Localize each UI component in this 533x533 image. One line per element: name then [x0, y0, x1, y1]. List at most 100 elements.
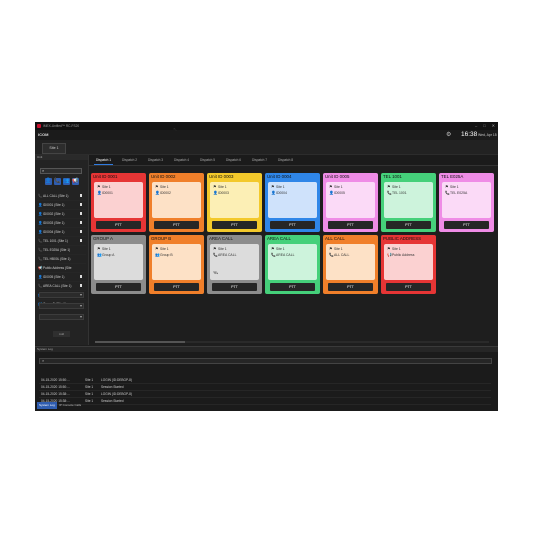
close-button[interactable]: ✕ [492, 122, 495, 130]
ptt-button[interactable]: PTT [154, 283, 199, 291]
ptt-button[interactable]: PTT [328, 221, 373, 229]
filter-call-icon[interactable]: 📞 [54, 178, 61, 185]
ptt-button[interactable]: PTT [96, 221, 141, 229]
tile-site: Site 1 [276, 247, 285, 251]
tab-dispatch-7[interactable]: Dispatch 7 [250, 157, 269, 164]
dispatch-app-window: IMEX-Unified™ RC-FS20 – □ ✕ ICOM ⚙ 16:38… [35, 122, 498, 411]
tile-body: ⚑ Site 1 👥Group A [94, 244, 143, 280]
unit-list-label: TEL 1001 (Site 1) [43, 239, 68, 243]
unit-search-input[interactable]: ⌕ [40, 168, 82, 174]
log-panel-header: System Log [35, 347, 498, 352]
tab-dispatch-4[interactable]: Dispatch 4 [172, 157, 191, 164]
settings-gear-icon[interactable]: ⚙ [446, 131, 451, 138]
tile-site-row: ⚑ Site 1 [213, 184, 227, 189]
tile-body: ⚑ Site 1 👤ID0002 [152, 182, 201, 218]
tile-target-row: 👤ID0004 [271, 190, 287, 195]
tab-dispatch-8[interactable]: Dispatch 8 [276, 157, 295, 164]
tab-dispatch-1[interactable]: Dispatch 1 [94, 157, 114, 165]
tile-body: ⚑ Site 1 👤ID0003 [210, 182, 259, 218]
tab-dispatch-3[interactable]: Dispatch 3 [146, 157, 165, 164]
add-unit-button[interactable]: Add [53, 331, 70, 337]
chevron-down-icon: ▾ [79, 303, 82, 308]
maximize-button[interactable]: □ [483, 122, 485, 130]
dispatch-tile[interactable]: TEL E025A ⚑ Site 1 📞TEL E025A PTT [439, 173, 494, 232]
ptt-button[interactable]: PTT [444, 221, 489, 229]
dispatch-tile[interactable]: AREA CALL ⚑ Site 1 📞AREA CALL 🛰 PTT [207, 235, 262, 294]
tile-body: ⚑ Site 1 👤ID0004 [268, 182, 317, 218]
ptt-button[interactable]: PTT [212, 283, 257, 291]
log-time: 04-15-2020 15:50:... [41, 378, 70, 382]
unit-dropdown-3[interactable]: ▾ [39, 314, 84, 320]
log-row[interactable]: 04-15-2020 15:50:... Site 1 Session Starte… [39, 384, 491, 391]
unit-list-item[interactable]: 📞 AREA CALL (Site 1) [37, 282, 86, 291]
dispatch-tile[interactable]: GROUP B ⚑ Site 1 👥Group B PTT [149, 235, 204, 294]
dispatch-tile[interactable]: Unit ID 0005 ⚑ Site 1 👤ID0005 PTT [323, 173, 378, 232]
tile-target: AREA CALL [276, 253, 295, 257]
unit-type-icon: 📞 [38, 284, 43, 288]
tile-site-row: ⚑ Site 1 [387, 246, 401, 251]
unit-type-icon: 📢 [38, 266, 43, 270]
ptt-button[interactable]: PTT [386, 221, 431, 229]
tile-title: GROUP B [151, 236, 172, 241]
ptt-button[interactable]: PTT [96, 283, 141, 291]
unit-list-item[interactable]: 👤 ID0004 (Site 1) [37, 228, 86, 237]
unit-list-item[interactable]: 📞 TEL E025A (Site 1) [37, 246, 86, 255]
log-row[interactable]: 04-15-2020 15:38:... Site 1 LOGIN (ID:DEBG… [39, 391, 491, 398]
dispatch-tile[interactable]: Unit ID 0002 ⚑ Site 1 👤ID0002 PTT [149, 173, 204, 232]
ptt-button[interactable]: PTT [270, 221, 315, 229]
tile-site: Site 1 [334, 247, 343, 251]
log-site: Site 1 [85, 385, 94, 389]
tile-title: AREA CALL [209, 236, 233, 241]
dispatch-tile[interactable]: Unit ID 0001 ⚑ Site 1 👤ID0001 PTT [91, 173, 146, 232]
unit-type-icon: 👤 [38, 221, 43, 225]
unit-list-item[interactable]: 📞 TEL 1001 (Site 1) [37, 237, 86, 246]
dispatch-tile[interactable]: Unit ID 0003 ⚑ Site 1 👤ID0003 PTT [207, 173, 262, 232]
log-search-input[interactable]: ⌕ [39, 358, 492, 364]
filter-user-icon[interactable]: 👤 [45, 178, 52, 185]
tab-system-log[interactable]: System Log [37, 402, 57, 409]
unit-list-item[interactable]: 📞 ALL CALL (Site 1) [37, 192, 86, 201]
unit-list-item[interactable]: 👤 ID0001 (Site 1) [37, 201, 86, 210]
dispatch-tile[interactable]: GROUP A ⚑ Site 1 👥Group A PTT [91, 235, 146, 294]
dispatch-tile[interactable]: AREA CALL ⚑ Site 1 📞AREA CALL PTT [265, 235, 320, 294]
tile-site: Site 1 [160, 247, 169, 251]
filter-address-icon[interactable]: 📢 [72, 178, 79, 185]
ptt-button[interactable]: PTT [328, 283, 373, 291]
tab-dispatch-5[interactable]: Dispatch 5 [198, 157, 217, 164]
minimize-button[interactable]: – [475, 122, 477, 130]
unit-type-icon: 👤 [38, 203, 43, 207]
unit-dropdown-2[interactable]: ▾ [39, 303, 84, 309]
tab-ip-console-calls[interactable]: IP Console Calls [57, 402, 83, 409]
tile-site-row: ⚑ Site 1 [97, 184, 111, 189]
ptt-button[interactable]: PTT [270, 283, 315, 291]
log-row[interactable]: 04-15-2020 15:50:... Site 1 LOGIN (ID:DEBG… [39, 377, 491, 384]
horizontal-scrollbar[interactable] [95, 341, 489, 343]
window-title: IMEX-Unified™ RC-FS20 [43, 124, 80, 128]
tile-site: Site 1 [450, 185, 459, 189]
device-status-icon [80, 275, 82, 278]
device-status-icon [80, 212, 82, 215]
tile-title: Unit ID 0005 [325, 174, 350, 179]
dispatch-tile[interactable]: TEL 1001 ⚑ Site 1 📞TEL 1001 PTT [381, 173, 436, 232]
tab-dispatch-6[interactable]: Dispatch 6 [224, 157, 243, 164]
unit-list-item[interactable]: 📞 TEL HB00L (Site 1) [37, 255, 86, 264]
device-status-icon [80, 194, 82, 197]
tile-title: TEL E025A [441, 174, 464, 179]
unit-list-item[interactable]: 👤 ID0002 (Site 1) [37, 210, 86, 219]
ptt-button[interactable]: PTT [212, 221, 257, 229]
filter-group-icon[interactable]: 👥 [63, 178, 70, 185]
unit-list-item[interactable]: 👤 ID0005 (Site 1) [37, 273, 86, 282]
unit-list-label: ALL CALL (Site 1) [43, 194, 69, 198]
tile-target: AREA CALL [218, 253, 237, 257]
ptt-button[interactable]: PTT [386, 283, 431, 291]
site-tab[interactable]: Site 1 [42, 143, 66, 154]
scrollbar-thumb[interactable] [95, 341, 185, 343]
unit-dropdown-1[interactable]: ▾ [39, 292, 84, 298]
tab-dispatch-2[interactable]: Dispatch 2 [120, 157, 139, 164]
ptt-button[interactable]: PTT [154, 221, 199, 229]
unit-list-item[interactable]: 📢 Public Address (Site [37, 264, 86, 273]
dispatch-tile[interactable]: PUBLIC ADDRESS ⚑ Site 1 📢Public Address PTT [381, 235, 436, 294]
dispatch-tile[interactable]: Unit ID 0004 ⚑ Site 1 👤ID0004 PTT [265, 173, 320, 232]
dispatch-tile[interactable]: ALL CALL ⚑ Site 1 📞ALL CALL PTT [323, 235, 378, 294]
unit-list-item[interactable]: 👤 ID0003 (Site 1) [37, 219, 86, 228]
